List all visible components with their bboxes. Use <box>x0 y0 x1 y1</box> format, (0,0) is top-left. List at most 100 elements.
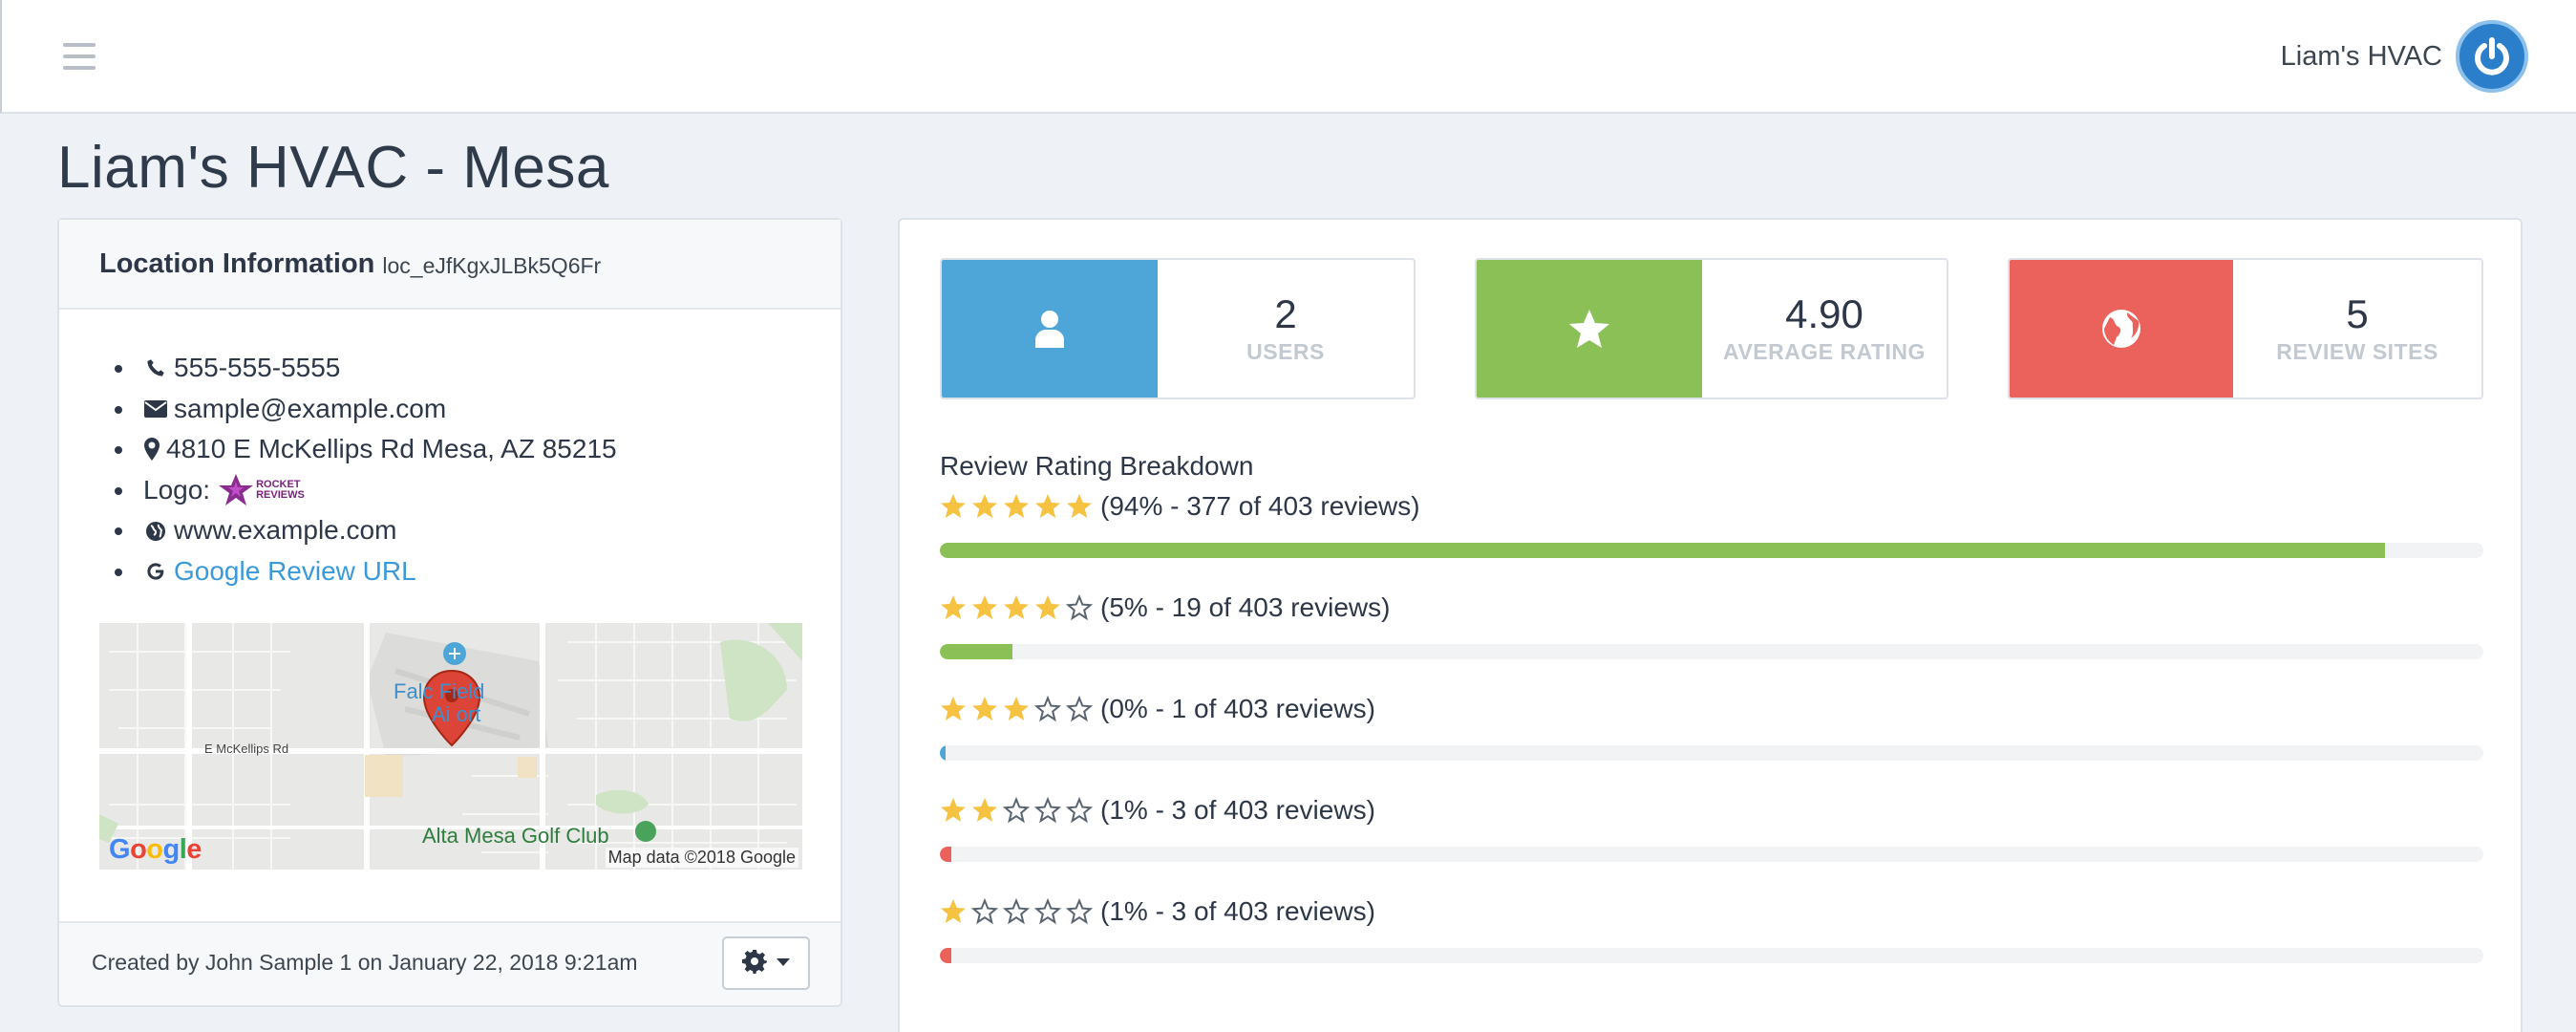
star-rating-icons <box>940 898 1093 925</box>
menu-toggle-icon[interactable] <box>63 43 96 70</box>
rating-progress-bar <box>940 543 2483 558</box>
location-info-card: Location Information loc_eJfKgxJLBk5Q6Fr… <box>57 218 842 1007</box>
rating-count-text: (5% - 19 of 403 reviews) <box>1100 592 1391 622</box>
review-sites-count: 5 <box>2346 290 2369 336</box>
rating-progress-fill <box>940 745 946 761</box>
globe-icon <box>143 519 168 544</box>
star-icon <box>941 798 966 822</box>
star-icon <box>941 899 966 923</box>
user-menu[interactable]: Liam's HVAC <box>2281 19 2528 94</box>
email-item: sample@example.com <box>115 389 617 430</box>
google-review-item: Google Review URL <box>115 551 617 592</box>
rating-row-3-star: (0% - 1 of 403 reviews) <box>940 690 2483 761</box>
location-details-list: 555-555-5555 sample@example.com 4810 E M… <box>115 348 617 592</box>
star-rating-icons <box>940 797 1093 824</box>
star-icon <box>1066 696 1093 722</box>
star-icon <box>1034 696 1061 722</box>
rating-progress-bar <box>940 644 2483 659</box>
star-icon <box>1066 898 1093 925</box>
star-icon <box>1004 697 1029 720</box>
address-text: 4810 E McKellips Rd Mesa, AZ 85215 <box>166 434 617 464</box>
globe-icon <box>2010 260 2233 398</box>
map-golf-label: Alta Mesa Golf Club <box>422 824 609 848</box>
star-icon <box>1004 494 1029 518</box>
average-rating-stat-box: 4.90 AVERAGE RATING <box>1475 258 1948 399</box>
location-map[interactable]: E McKellips Rd Falc Field Ai ort Alta Me… <box>99 623 802 870</box>
breakdown-title: Review Rating Breakdown <box>940 451 1254 481</box>
rating-progress-bar <box>940 745 2483 761</box>
google-review-link[interactable]: Google Review URL <box>174 551 416 592</box>
location-id: loc_eJfKgxJLBk5Q6Fr <box>382 252 602 278</box>
email-text: sample@example.com <box>174 393 447 423</box>
phone-text: 555-555-5555 <box>174 353 341 382</box>
rating-progress-fill <box>940 644 1012 659</box>
google-logo: Google <box>109 834 202 865</box>
rating-row-1-star: (1% - 3 of 403 reviews) <box>940 892 2483 963</box>
caret-down-icon <box>777 955 790 972</box>
rocket-reviews-logo: ROCKET REVIEWS <box>218 473 305 507</box>
star-rating-icons <box>940 493 1093 520</box>
star-icon <box>1067 494 1092 518</box>
envelope-icon <box>143 397 168 421</box>
location-card-title: Location Information <box>99 247 375 279</box>
website-item: www.example.com <box>115 510 617 551</box>
nav-username[interactable]: Liam's HVAC <box>2281 41 2442 73</box>
star-icon <box>1035 595 1060 619</box>
gear-icon <box>742 949 767 978</box>
rating-row-2-star: (1% - 3 of 403 reviews) <box>940 791 2483 862</box>
power-icon[interactable] <box>2456 20 2528 93</box>
star-rating-icons <box>940 594 1093 621</box>
phone-icon <box>143 355 168 380</box>
star-icon <box>1477 260 1702 398</box>
review-sites-stat-box: 5 REVIEW SITES <box>2008 258 2483 399</box>
star-icon <box>1066 594 1093 621</box>
users-label: USERS <box>1246 338 1325 364</box>
average-rating-value: 4.90 <box>1785 290 1863 336</box>
star-icon <box>1004 595 1029 619</box>
rating-count-text: (1% - 3 of 403 reviews) <box>1100 795 1375 825</box>
star-icon <box>1034 797 1061 824</box>
phone-item: 555-555-5555 <box>115 348 617 389</box>
google-icon <box>143 559 168 584</box>
website-text: www.example.com <box>174 515 397 546</box>
logo-text-line2: REVIEWS <box>256 489 305 502</box>
page-title: Liam's HVAC - Mesa <box>57 135 609 201</box>
rating-progress-bar <box>940 847 2483 862</box>
map-street-label: E McKellips Rd <box>204 742 289 756</box>
star-icon <box>972 595 997 619</box>
star-icon <box>1066 797 1093 824</box>
star-icon <box>1035 494 1060 518</box>
top-navbar: Liam's HVAC <box>0 0 2576 114</box>
star-icon <box>941 494 966 518</box>
created-by-text: Created by John Sample 1 on January 22, … <box>92 950 638 975</box>
logo-label: Logo: <box>143 474 211 505</box>
user-icon <box>942 260 1158 398</box>
address-item: 4810 E McKellips Rd Mesa, AZ 85215 <box>115 429 617 470</box>
rating-count-text: (0% - 1 of 403 reviews) <box>1100 694 1375 723</box>
average-rating-label: AVERAGE RATING <box>1723 338 1926 364</box>
rating-progress-fill <box>940 543 2385 558</box>
star-icon <box>972 494 997 518</box>
rating-row-4-star: (5% - 19 of 403 reviews) <box>940 589 2483 659</box>
location-card-header: Location Information loc_eJfKgxJLBk5Q6Fr <box>59 220 841 310</box>
star-icon <box>941 595 966 619</box>
star-icon <box>1003 898 1030 925</box>
users-count: 2 <box>1274 290 1297 336</box>
logo-item: Logo: ROCKET REVIEWS <box>115 470 617 511</box>
settings-dropdown-button[interactable] <box>722 936 810 990</box>
location-card-footer: Created by John Sample 1 on January 22, … <box>59 921 841 1005</box>
rating-progress-fill <box>940 948 952 963</box>
rating-count-text: (94% - 377 of 403 reviews) <box>1100 491 1420 521</box>
review-stats-card: 2 USERS 4.90 AVERAGE RATING 5 REVIEW SIT… <box>898 218 2523 1032</box>
star-rating-icons <box>940 696 1093 722</box>
star-icon <box>972 697 997 720</box>
rating-progress-fill <box>940 847 952 862</box>
map-airport-label: Falc Field Ai ort <box>394 679 485 726</box>
map-credit: Map data ©2018 Google <box>605 848 798 868</box>
star-icon <box>1003 797 1030 824</box>
map-marker-icon <box>143 437 160 462</box>
star-icon <box>971 898 998 925</box>
rating-progress-bar <box>940 948 2483 963</box>
star-icon <box>941 697 966 720</box>
star-icon <box>972 798 997 822</box>
